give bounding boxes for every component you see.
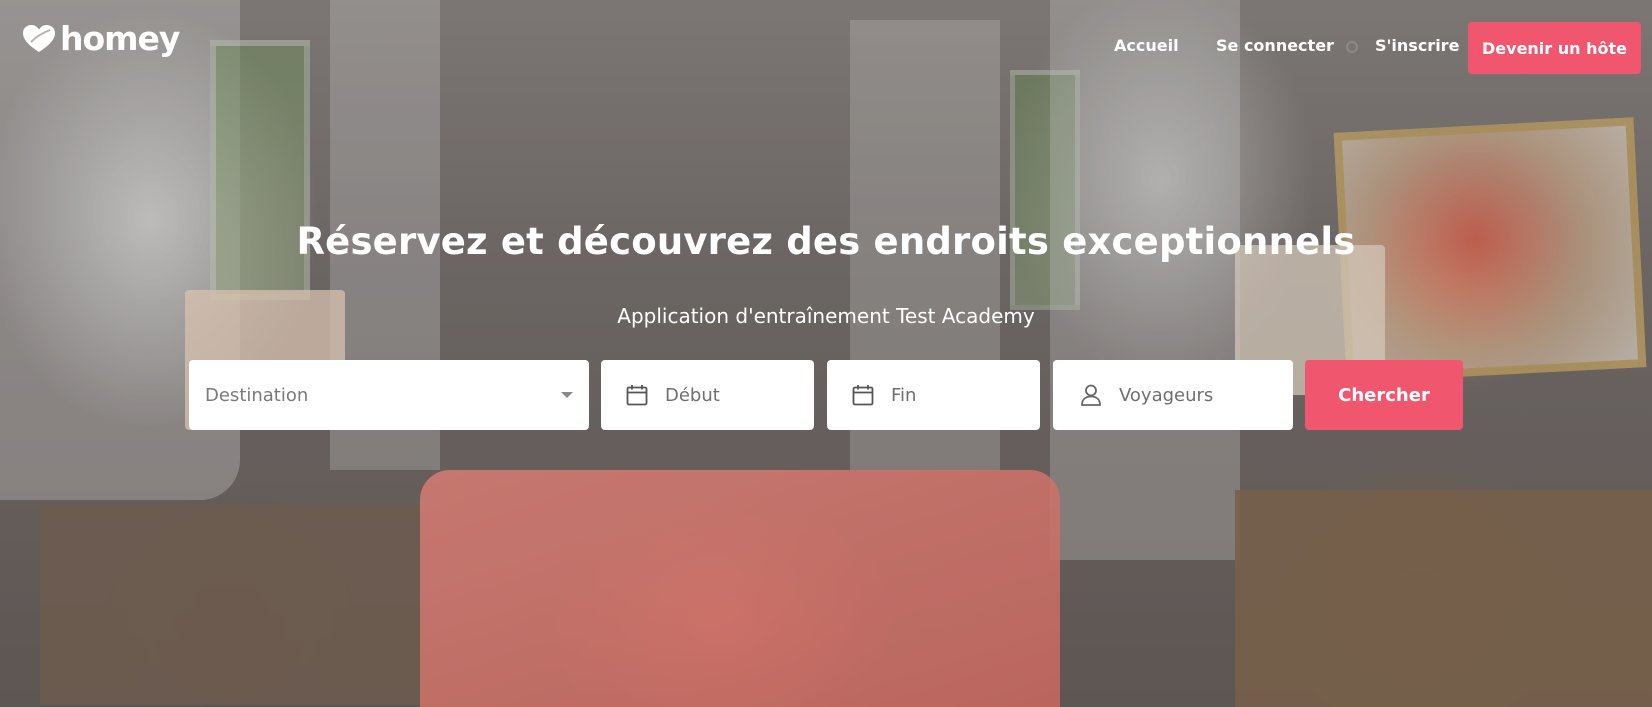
nav-home-link[interactable]: Accueil bbox=[1114, 36, 1179, 55]
guests-placeholder: Voyageurs bbox=[1119, 384, 1214, 406]
destination-select[interactable]: Destination bbox=[189, 360, 589, 430]
homey-logo[interactable]: homey bbox=[22, 19, 180, 58]
hero-overlay bbox=[0, 0, 1652, 707]
guests-input[interactable]: Voyageurs bbox=[1053, 360, 1293, 430]
homey-heart-logo-icon bbox=[22, 24, 56, 54]
caret-down-icon bbox=[561, 392, 573, 398]
start-date-input[interactable]: Début bbox=[601, 360, 814, 430]
end-date-input[interactable]: Fin bbox=[827, 360, 1040, 430]
nav-signup-link[interactable]: S'inscrire bbox=[1375, 36, 1459, 55]
hero-subtitle: Application d'entraînement Test Academy bbox=[617, 304, 1035, 328]
calendar-icon bbox=[625, 383, 649, 407]
start-date-placeholder: Début bbox=[665, 384, 720, 406]
search-button[interactable]: Chercher bbox=[1305, 360, 1463, 430]
user-icon bbox=[1079, 383, 1103, 407]
nav-separator-dot bbox=[1346, 41, 1358, 53]
calendar-icon bbox=[851, 383, 875, 407]
become-host-button[interactable]: Devenir un hôte bbox=[1468, 22, 1641, 74]
nav-login-link[interactable]: Se connecter bbox=[1216, 36, 1334, 55]
hero-section bbox=[0, 0, 1652, 707]
logo-text: homey bbox=[60, 19, 180, 58]
end-date-placeholder: Fin bbox=[891, 384, 917, 406]
hero-title: Réservez et découvrez des endroits excep… bbox=[296, 220, 1356, 263]
destination-placeholder: Destination bbox=[205, 384, 309, 406]
